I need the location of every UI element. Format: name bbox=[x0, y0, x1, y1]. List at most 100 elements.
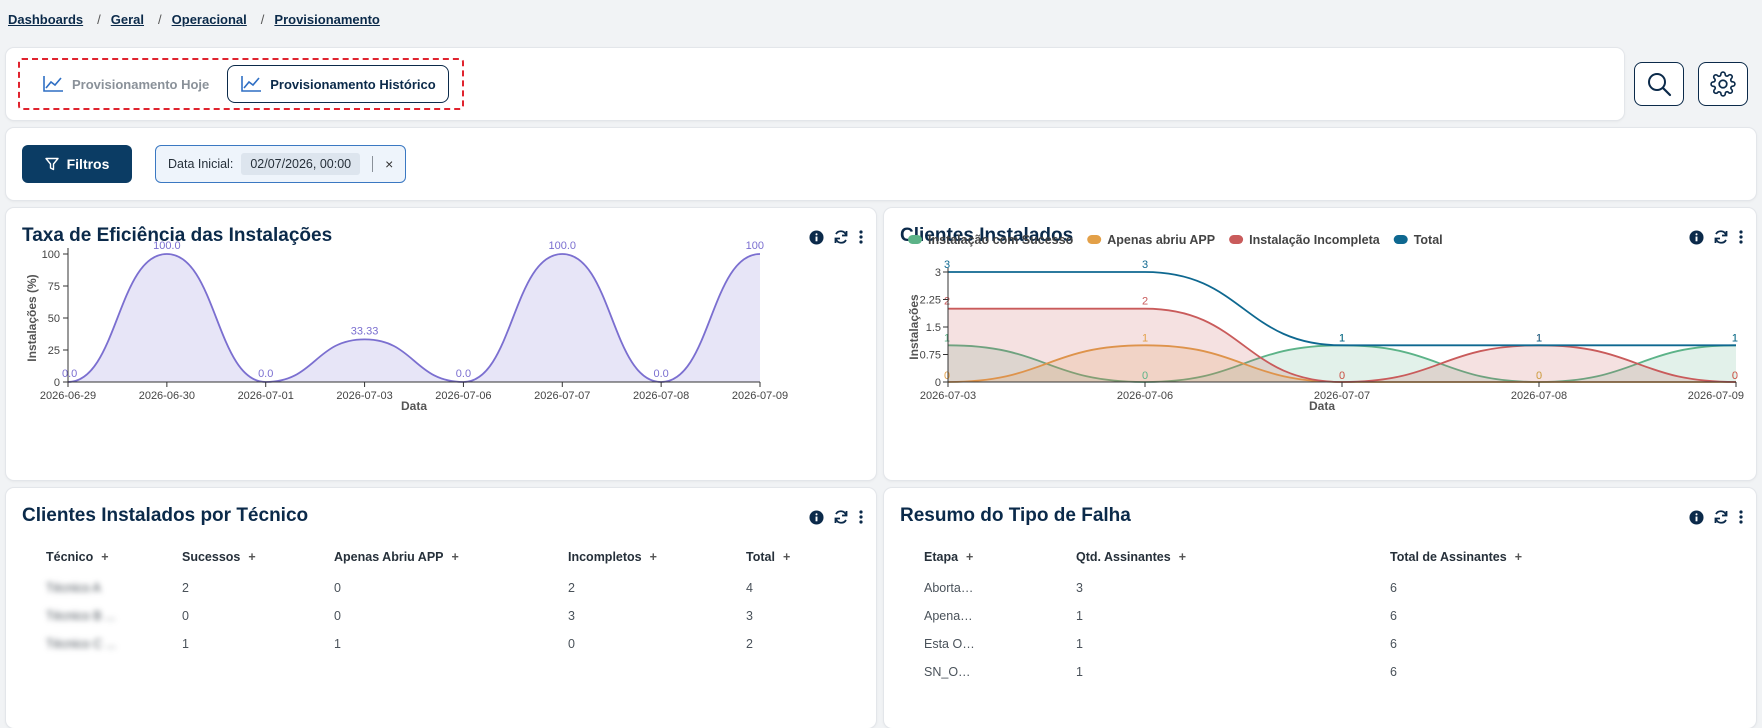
table-row[interactable]: Aborta… 3 6 bbox=[924, 574, 1704, 602]
column-header[interactable]: Incompletos + bbox=[568, 540, 746, 574]
x-axis-label: Data bbox=[401, 399, 427, 413]
table-cell: 1 bbox=[1076, 609, 1083, 623]
table-row[interactable]: Técnico C ... 1 1 0 2 bbox=[46, 630, 826, 658]
table-row[interactable]: Técnico B ... 0 0 3 3 bbox=[46, 602, 826, 630]
chip-remove-button[interactable]: × bbox=[385, 156, 393, 172]
column-header[interactable]: Total de Assinantes + bbox=[1390, 540, 1704, 574]
column-header[interactable]: Etapa + bbox=[924, 540, 1076, 574]
column-header-label: Sucessos bbox=[182, 550, 241, 564]
refresh-icon[interactable] bbox=[1713, 509, 1729, 525]
y-axis-label: Instalações (%) bbox=[25, 274, 39, 361]
table-cell: 2 bbox=[746, 637, 753, 651]
filter-bar: Filtros Data Inicial: 02/07/2026, 00:00 … bbox=[6, 128, 1756, 200]
table-row[interactable]: SN_O… 1 6 bbox=[924, 658, 1704, 686]
search-icon bbox=[1648, 73, 1672, 97]
data-label: 0 bbox=[1536, 370, 1542, 382]
data-label: 0 bbox=[1732, 370, 1738, 382]
table-cell: Aborta… bbox=[924, 581, 974, 595]
expand-column-icon[interactable]: + bbox=[1179, 550, 1186, 564]
table-cell: 6 bbox=[1390, 637, 1397, 651]
filter-chip-data-inicial: Data Inicial: 02/07/2026, 00:00 × bbox=[155, 145, 407, 183]
panel-tools bbox=[809, 509, 864, 525]
breadcrumb-operacional[interactable]: Operacional bbox=[172, 12, 247, 27]
column-header[interactable]: Total + bbox=[746, 540, 826, 574]
table-cell: Técnico A bbox=[46, 581, 101, 595]
y-axis-label: Instalações bbox=[907, 294, 921, 360]
settings-button[interactable] bbox=[1698, 62, 1748, 106]
x-tick-label: 2026-07-06 bbox=[1117, 390, 1173, 402]
clients-installed-chart: Instalação com Sucesso Apenas abriu APP In… bbox=[907, 233, 1744, 413]
tab-label: Provisionamento Histórico bbox=[270, 76, 436, 92]
legend-label: Instalação Incompleta bbox=[1249, 233, 1381, 247]
tab-provisionamento-historico[interactable]: Provisionamento Histórico bbox=[227, 65, 449, 103]
info-icon[interactable] bbox=[809, 509, 824, 525]
breadcrumb: Dashboards / Geral / Operacional / Provi… bbox=[8, 12, 380, 27]
table-cell: Apena… bbox=[924, 609, 973, 623]
breadcrumb-dashboards[interactable]: Dashboards bbox=[8, 12, 83, 27]
x-tick-label: 2026-06-29 bbox=[40, 390, 96, 402]
table-cell: 0 bbox=[182, 609, 189, 623]
chip-value[interactable]: 02/07/2026, 00:00 bbox=[241, 153, 361, 175]
legend-label: Instalação com Sucesso bbox=[928, 233, 1074, 247]
breadcrumb-separator: / bbox=[260, 12, 265, 27]
x-tick-label: 2026-06-30 bbox=[139, 390, 195, 402]
expand-column-icon[interactable]: + bbox=[452, 550, 459, 564]
x-axis-label: Data bbox=[1309, 399, 1335, 413]
expand-column-icon[interactable]: + bbox=[650, 550, 657, 564]
table-cell: 2 bbox=[568, 581, 575, 595]
column-header[interactable]: Técnico + bbox=[46, 540, 182, 574]
column-header-label: Apenas Abriu APP bbox=[334, 550, 444, 564]
panel-title: Resumo do Tipo de Falha bbox=[900, 505, 1131, 526]
more-options-icon[interactable] bbox=[858, 509, 864, 525]
data-label: 100.0 bbox=[153, 240, 181, 252]
data-label: 0 bbox=[1142, 370, 1148, 382]
data-label: 100 bbox=[746, 240, 764, 252]
chip-label: Data Inicial: bbox=[168, 157, 234, 171]
breadcrumb-provisionamento[interactable]: Provisionamento bbox=[274, 12, 379, 27]
tab-label: Provisionamento Hoje bbox=[72, 76, 210, 92]
search-button[interactable] bbox=[1634, 62, 1684, 106]
expand-column-icon[interactable]: + bbox=[966, 550, 973, 564]
data-label: 0 bbox=[944, 370, 950, 382]
x-tick-label: 2026-07-03 bbox=[920, 390, 976, 402]
column-header[interactable]: Sucessos + bbox=[182, 540, 334, 574]
column-header[interactable]: Qtd. Assinantes + bbox=[1076, 540, 1390, 574]
panel-title: Clientes Instalados por Técnico bbox=[22, 505, 309, 526]
info-icon[interactable] bbox=[1689, 509, 1704, 525]
expand-column-icon[interactable]: + bbox=[783, 550, 790, 564]
table-cell: 6 bbox=[1390, 581, 1397, 595]
expand-column-icon[interactable]: + bbox=[248, 550, 255, 564]
panel-clients-installed: Clientes Instalados Instalação com Suces… bbox=[884, 208, 1756, 480]
table-row[interactable]: Técnico A 2 0 2 4 bbox=[46, 574, 826, 602]
data-label: 1 bbox=[1536, 332, 1542, 344]
data-label: 3 bbox=[1142, 259, 1148, 271]
tab-group: Provisionamento Hoje Provisionamento His… bbox=[18, 58, 464, 110]
table-row[interactable]: Apena… 1 6 bbox=[924, 602, 1704, 630]
y-tick-label: 0.75 bbox=[920, 350, 941, 362]
filters-button-label: Filtros bbox=[66, 156, 110, 172]
table-cell: 0 bbox=[568, 637, 575, 651]
data-label: 2 bbox=[944, 296, 950, 308]
y-tick-label: 0 bbox=[54, 377, 60, 389]
column-header[interactable]: Apenas Abriu APP + bbox=[334, 540, 568, 574]
table-cell: 4 bbox=[746, 581, 753, 595]
legend-label: Total bbox=[1414, 233, 1443, 247]
table-cell: Técnico B ... bbox=[46, 609, 116, 623]
legend-swatch bbox=[1229, 235, 1244, 244]
data-label: 0.0 bbox=[653, 368, 668, 380]
filters-button[interactable]: Filtros bbox=[22, 145, 132, 183]
table-row[interactable]: Esta O… 1 6 bbox=[924, 630, 1704, 658]
breadcrumb-geral[interactable]: Geral bbox=[111, 12, 144, 27]
more-options-icon[interactable] bbox=[1738, 509, 1744, 525]
gear-icon bbox=[1710, 71, 1736, 97]
refresh-icon[interactable] bbox=[833, 509, 849, 525]
expand-column-icon[interactable]: + bbox=[101, 550, 108, 564]
tab-provisionamento-hoje[interactable]: Provisionamento Hoje bbox=[30, 65, 221, 103]
y-tick-label: 100 bbox=[42, 249, 60, 261]
x-tick-label: 2026-07-06 bbox=[435, 390, 491, 402]
breadcrumb-separator: / bbox=[97, 12, 101, 27]
expand-column-icon[interactable]: + bbox=[1515, 550, 1522, 564]
data-label: 1 bbox=[1339, 332, 1345, 344]
x-tick-label: 2026-07-08 bbox=[1511, 390, 1567, 402]
y-tick-label: 50 bbox=[48, 313, 60, 325]
